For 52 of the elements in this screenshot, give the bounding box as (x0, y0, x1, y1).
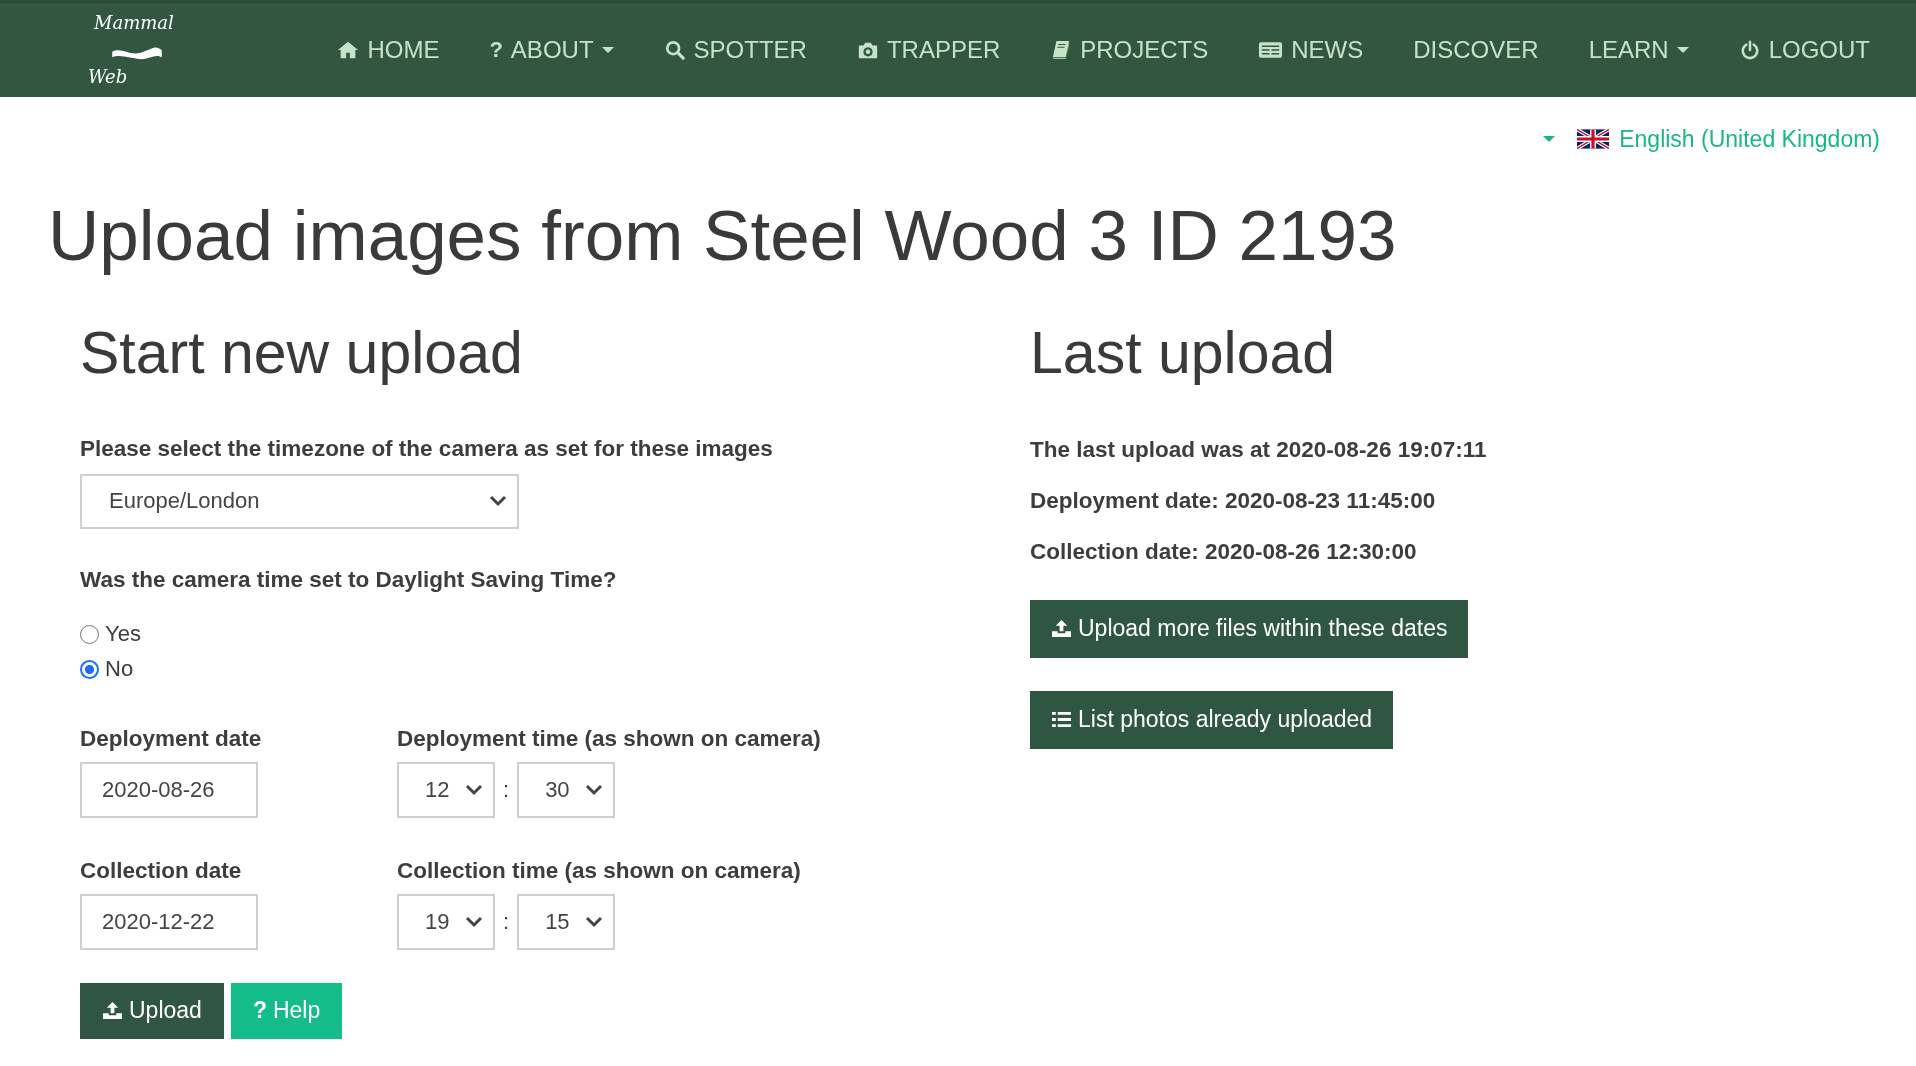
nav-link[interactable]: PROJECTS (1050, 36, 1209, 64)
minute-select[interactable]: 30 (517, 762, 616, 818)
date-field[interactable]: 2020-12-22 (80, 894, 258, 950)
upload-icon (1051, 619, 1072, 639)
minute-select[interactable]: 15 (517, 894, 616, 950)
upload-info-text: The last upload was at 2020-08-26 19:07:11 (1030, 437, 1488, 463)
section-heading: Start new upload (80, 321, 524, 386)
home-icon (337, 40, 360, 60)
dst-question: Was the camera time set to Daylight Saving Time? (80, 567, 618, 593)
radio-button[interactable] (80, 625, 99, 644)
nav-link[interactable]: ? ABOUT (489, 36, 614, 64)
camera-icon (856, 40, 879, 60)
nav-link[interactable]: LOGOUT (1738, 36, 1870, 64)
list-icon (1051, 710, 1072, 730)
search-icon (663, 40, 686, 60)
nav-link[interactable]: HOME (337, 36, 440, 64)
logo[interactable]: Mammal Web (86, 10, 182, 90)
newspaper-icon (1258, 40, 1284, 60)
nav-link[interactable]: DISCOVER (1413, 36, 1539, 64)
radio-button[interactable] (80, 660, 99, 679)
hour-select[interactable]: 12 (397, 762, 495, 818)
date-label: Deployment date (80, 726, 263, 752)
time-label: Collection time (as shown on camera) (397, 858, 802, 884)
caret-icon (1543, 135, 1556, 143)
nav-link[interactable]: SPOTTER (663, 36, 807, 64)
nav-link[interactable]: NEWS (1258, 36, 1364, 64)
time-separator: : (503, 777, 510, 803)
hour-select[interactable]: 19 (397, 894, 495, 950)
radio-label: No (105, 656, 134, 683)
timezone-label: Please select the timezone of the camera as set for these images (80, 436, 774, 462)
section-heading: Last upload (1030, 321, 1337, 386)
upload-button[interactable]: Upload more files within these dates (1030, 600, 1469, 658)
upload-button[interactable]: Upload (80, 983, 224, 1039)
list-button[interactable]: List photos already uploaded (1030, 691, 1394, 749)
chevron-icon (585, 784, 604, 796)
nav-link[interactable]: TRAPPER (856, 36, 1001, 64)
timezone-select[interactable]: Europe/London (80, 474, 519, 529)
nav-link[interactable]: LEARN (1588, 36, 1689, 64)
chevron-icon (465, 916, 483, 928)
time-separator: : (503, 909, 510, 935)
page-title: Upload images from Steel Wood 3 ID 2193 (48, 197, 1398, 276)
upload-info-text: Deployment date: 2020-08-23 11:45:00 (1030, 488, 1437, 514)
date-label: Collection date (80, 858, 243, 884)
time-label: Deployment time (as shown on camera) (397, 726, 822, 752)
flag-icon (1577, 129, 1610, 149)
chevron-icon (465, 784, 483, 796)
upload-info-text: Collection date: 2020-08-26 12:30:00 (1030, 539, 1418, 565)
chevron-icon (585, 916, 604, 928)
radio-label: Yes (105, 621, 141, 648)
chevron-icon (489, 495, 507, 508)
upload-icon (102, 1001, 123, 1021)
date-field[interactable]: 2020-08-26 (80, 762, 258, 818)
